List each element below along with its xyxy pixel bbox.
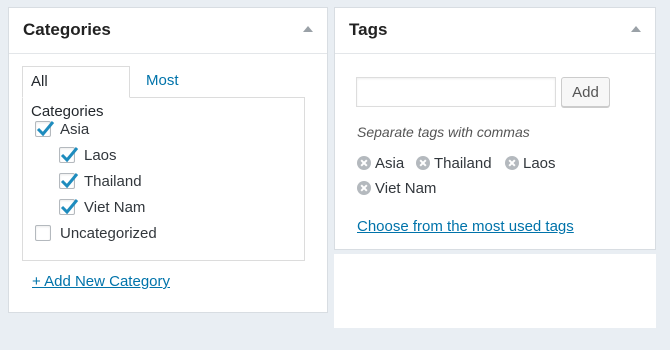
tag-label: Thailand xyxy=(434,154,492,172)
category-label: Uncategorized xyxy=(60,224,157,242)
tab-all-categories[interactable]: All Categories xyxy=(22,66,130,120)
checkmark-icon xyxy=(60,173,79,189)
remove-tag-icon[interactable] xyxy=(505,156,519,170)
tag-chip: Thailand xyxy=(416,153,492,173)
tag-label: Asia xyxy=(375,154,405,172)
checkmark-icon xyxy=(60,199,79,215)
metabox-spacer xyxy=(334,254,656,328)
tags-title: Tags xyxy=(349,20,388,39)
tag-label: Viet Nam xyxy=(375,179,437,197)
checkbox-checked[interactable] xyxy=(59,173,79,189)
checkbox-checked[interactable] xyxy=(59,147,79,163)
category-item-thailand[interactable]: Thailand xyxy=(59,170,142,192)
most-used-tags-link[interactable]: Choose from the most used tags xyxy=(357,218,574,235)
tags-header: Tags xyxy=(335,8,655,54)
tag-chip: Laos xyxy=(505,153,556,173)
tab-most-used[interactable]: Most Used xyxy=(138,66,189,119)
category-label: Viet Nam xyxy=(84,198,146,216)
categories-title: Categories xyxy=(23,20,111,39)
collapse-toggle-icon[interactable] xyxy=(303,26,313,32)
remove-tag-icon[interactable] xyxy=(357,181,371,195)
tag-label: Laos xyxy=(523,154,556,172)
tag-chip: Viet Nam xyxy=(357,178,436,198)
category-label: Laos xyxy=(84,146,117,164)
add-new-category-link[interactable]: + Add New Category xyxy=(32,273,170,290)
tag-input[interactable] xyxy=(356,77,556,107)
collapse-toggle-icon[interactable] xyxy=(631,26,641,32)
categories-header: Categories xyxy=(9,8,327,54)
remove-tag-icon[interactable] xyxy=(357,156,371,170)
checkmark-icon xyxy=(60,147,79,163)
category-item-laos[interactable]: Laos xyxy=(59,144,117,166)
category-label: Thailand xyxy=(84,172,142,190)
category-item-viet-nam[interactable]: Viet Nam xyxy=(59,196,145,218)
add-tag-button[interactable]: Add xyxy=(561,77,610,107)
tags-hint: Separate tags with commas xyxy=(357,124,530,140)
checkbox-unchecked[interactable] xyxy=(35,225,51,241)
tag-chip: Asia xyxy=(357,153,404,173)
checkbox-checked[interactable] xyxy=(59,199,79,215)
remove-tag-icon[interactable] xyxy=(416,156,430,170)
category-item-uncategorized[interactable]: Uncategorized xyxy=(35,222,157,244)
